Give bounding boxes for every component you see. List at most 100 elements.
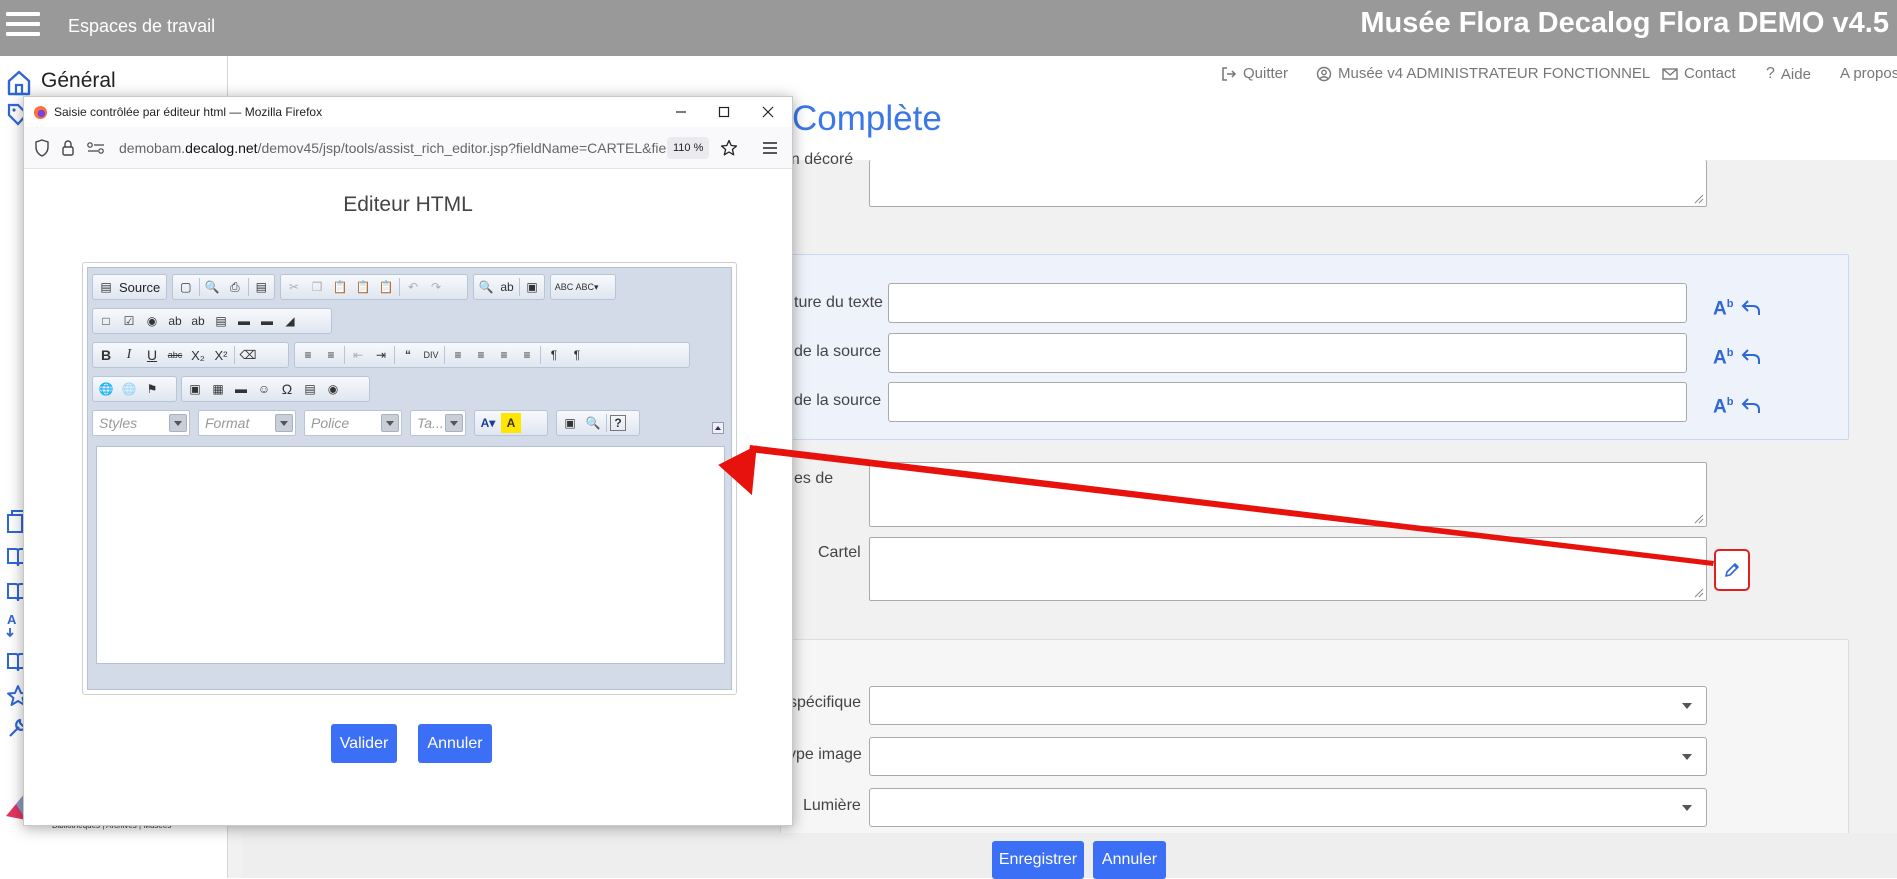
textarea-cartel[interactable] xyxy=(869,537,1707,601)
zoom-level[interactable]: 110 % xyxy=(667,137,710,159)
url-input[interactable]: demobam.decalog.net/demov45/jsp/tools/as… xyxy=(119,140,684,156)
redo-icon[interactable]: ↷ xyxy=(426,277,446,297)
paste-text-icon[interactable]: 📋 xyxy=(353,277,373,297)
outdent-icon[interactable]: ⇤ xyxy=(348,345,368,365)
format-combo[interactable]: Format xyxy=(198,410,296,436)
resize-grip-icon[interactable] xyxy=(1694,194,1704,204)
format-text-icon[interactable]: Ab xyxy=(1713,347,1733,369)
undo-icon[interactable] xyxy=(1741,348,1761,366)
select-type-image[interactable] xyxy=(869,737,1707,776)
preview-icon[interactable]: 🔍 xyxy=(202,277,222,297)
paste-word-icon[interactable]: 📋 xyxy=(376,277,396,297)
validate-button[interactable]: Valider xyxy=(331,724,397,763)
bold-icon[interactable]: B xyxy=(96,345,116,365)
ltr-icon[interactable]: ¶ xyxy=(544,345,564,365)
image-icon[interactable]: ▣ xyxy=(185,379,205,399)
remove-format-icon[interactable]: ⌫ xyxy=(238,345,258,365)
superscript-icon[interactable]: X² xyxy=(211,345,231,365)
help-icon[interactable]: ? xyxy=(610,415,626,431)
text-color-icon[interactable]: A▾ xyxy=(478,413,498,433)
input-texte[interactable] xyxy=(888,283,1687,323)
page-break-icon[interactable]: ▤ xyxy=(300,379,320,399)
subscript-icon[interactable]: X₂ xyxy=(188,345,208,365)
undo-icon[interactable] xyxy=(1741,299,1761,317)
resize-grip-icon[interactable] xyxy=(1694,514,1704,524)
textarea-mid[interactable] xyxy=(869,462,1707,527)
replace-icon[interactable]: ab xyxy=(498,277,516,297)
find-icon[interactable]: 🔍 xyxy=(477,277,495,297)
strike-icon[interactable]: abc xyxy=(165,345,185,365)
shield-icon[interactable] xyxy=(34,139,50,157)
copy-icon[interactable]: ❐ xyxy=(307,277,327,297)
lock-icon[interactable] xyxy=(61,139,75,157)
maximize-editor-icon[interactable]: ▣ xyxy=(560,413,580,433)
select-specifique[interactable] xyxy=(869,686,1707,725)
home-icon[interactable] xyxy=(6,69,32,97)
user-link[interactable]: Musée v4 ADMINISTRATEUR FONCTIONNEL xyxy=(1316,65,1650,82)
image-button-icon[interactable]: ▬ xyxy=(257,311,277,331)
bg-color-icon[interactable]: A xyxy=(501,413,521,433)
rtl-icon[interactable]: ¶ xyxy=(567,345,587,365)
div-container-icon[interactable]: DIV xyxy=(421,345,441,365)
undo-icon[interactable]: ↶ xyxy=(403,277,423,297)
select-all-icon[interactable]: ▣ xyxy=(523,277,541,297)
collapse-toolbar-icon[interactable] xyxy=(712,422,724,434)
unlink-icon[interactable]: 🌐 xyxy=(119,379,139,399)
sidebar-item-general[interactable]: Général xyxy=(41,69,116,93)
new-page-icon[interactable]: ▢ xyxy=(176,277,196,297)
resize-grip-icon[interactable] xyxy=(1694,588,1704,598)
paste-icon[interactable]: 📋 xyxy=(330,277,350,297)
textarea-icon[interactable]: ab xyxy=(188,311,208,331)
horizontal-rule-icon[interactable]: ▬ xyxy=(231,379,251,399)
table-icon[interactable]: ▦ xyxy=(208,379,228,399)
menu-icon[interactable] xyxy=(762,141,778,155)
bulleted-list-icon[interactable]: ≡ xyxy=(321,345,341,365)
source-button[interactable]: ▤ Source xyxy=(92,274,167,300)
undo-icon[interactable] xyxy=(1741,397,1761,415)
styles-combo[interactable]: Styles xyxy=(92,410,190,436)
about-link[interactable]: A propos xyxy=(1840,65,1897,82)
show-blocks-icon[interactable]: 🔍 xyxy=(583,413,603,433)
spellcheck-as-you-type-icon[interactable]: ABC▾ xyxy=(575,277,598,297)
anchor-icon[interactable]: ⚑ xyxy=(142,379,162,399)
select-lumiere[interactable] xyxy=(869,788,1707,827)
textfield-icon[interactable]: ab xyxy=(165,311,185,331)
form-icon[interactable]: □ xyxy=(96,311,116,331)
special-char-icon[interactable]: Ω xyxy=(277,379,297,399)
iframe-icon[interactable]: ◉ xyxy=(323,379,343,399)
print-icon[interactable]: ⎙ xyxy=(225,277,245,297)
popup-cancel-button[interactable]: Annuler xyxy=(418,724,492,763)
numbered-list-icon[interactable]: ≡ xyxy=(298,345,318,365)
indent-icon[interactable]: ⇥ xyxy=(371,345,391,365)
spellcheck-icon[interactable]: ABC xyxy=(554,277,574,297)
cut-icon[interactable]: ✂ xyxy=(284,277,304,297)
format-text-icon[interactable]: Ab xyxy=(1713,396,1733,418)
input-source-1[interactable] xyxy=(888,333,1687,373)
cancel-button[interactable]: Annuler xyxy=(1093,841,1166,879)
quit-link[interactable]: Quitter xyxy=(1221,65,1288,82)
radio-icon[interactable]: ◉ xyxy=(142,311,162,331)
bookmark-star-icon[interactable] xyxy=(720,139,738,157)
align-right-icon[interactable]: ≡ xyxy=(494,345,514,365)
align-left-icon[interactable]: ≡ xyxy=(448,345,468,365)
workspaces-menu[interactable]: Espaces de travail xyxy=(68,16,215,37)
button-field-icon[interactable]: ▬ xyxy=(234,311,254,331)
underline-icon[interactable]: U xyxy=(142,345,162,365)
blockquote-icon[interactable]: “ xyxy=(398,345,418,365)
permissions-icon[interactable] xyxy=(86,141,106,155)
textarea-top[interactable] xyxy=(869,160,1707,207)
checkbox-icon[interactable]: ☑ xyxy=(119,311,139,331)
save-button[interactable]: Enregistrer xyxy=(992,841,1084,879)
font-combo[interactable]: Police xyxy=(304,410,402,436)
justify-icon[interactable]: ≡ xyxy=(517,345,537,365)
close-icon[interactable] xyxy=(758,102,778,122)
maximize-icon[interactable] xyxy=(714,102,734,122)
input-source-2[interactable] xyxy=(888,382,1687,422)
editor-content-area[interactable] xyxy=(96,446,725,664)
select-field-icon[interactable]: ▤ xyxy=(211,311,231,331)
contact-link[interactable]: Contact xyxy=(1662,65,1736,82)
hamburger-menu-icon[interactable] xyxy=(6,9,40,39)
italic-icon[interactable]: I xyxy=(119,345,139,365)
help-link[interactable]: ? Aide xyxy=(1766,65,1811,83)
minimize-icon[interactable] xyxy=(671,102,691,122)
